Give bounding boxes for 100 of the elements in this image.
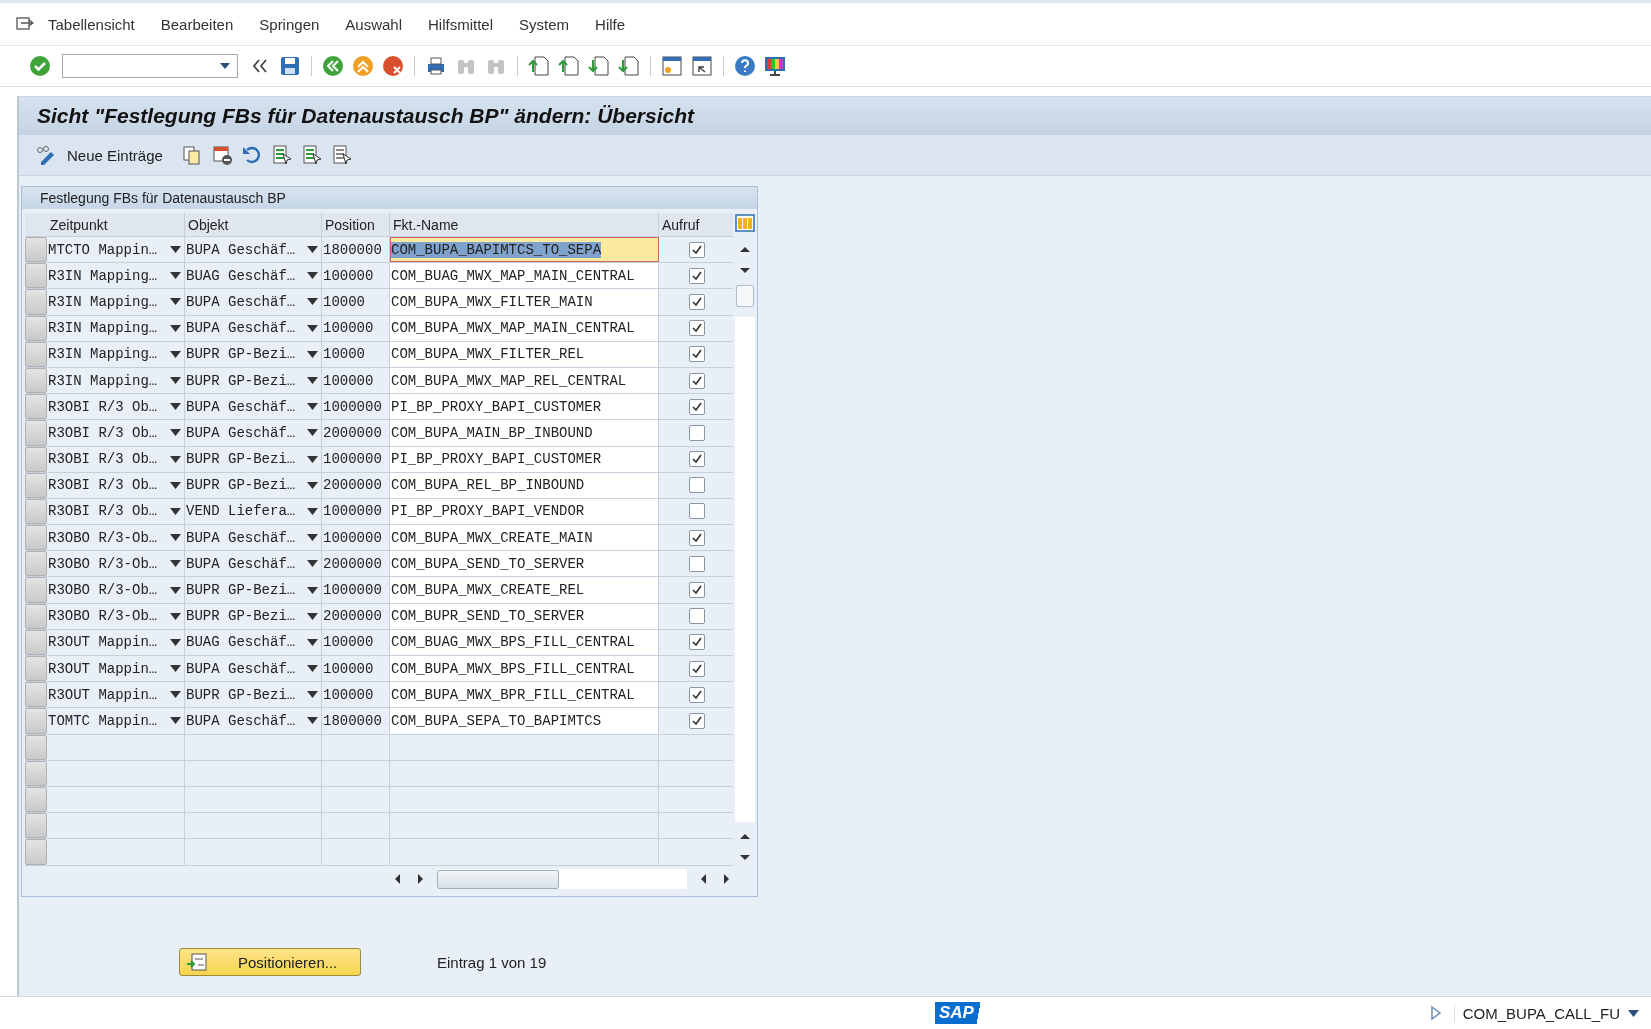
dropdown-field[interactable]: BUAG Geschäf… [185,629,322,655]
window-icon[interactable] [660,54,684,78]
caret-icon[interactable] [170,586,181,594]
delete-row-icon[interactable] [210,144,233,166]
input-field[interactable]: COM_BUPA_SEND_TO_SERVER [390,551,659,577]
new-entries-button[interactable]: Neue Einträge [31,143,167,167]
dropdown-field[interactable]: BUPA Geschäf… [185,237,322,263]
caret-icon[interactable] [307,455,318,463]
dropdown-field[interactable]: R3IN Mapping… [47,289,185,315]
input-field[interactable]: COM_BUPA_MWX_FILTER_REL [390,341,659,367]
dropdown-field[interactable]: R3OBO R/3-Ob… [47,603,185,629]
dropdown-field[interactable]: BUPA Geschäf… [185,551,322,577]
input-field[interactable]: COM_BUPA_BAPIMTCS_TO_SEPA [390,237,659,263]
checkbox[interactable] [688,555,705,572]
checkbox[interactable] [688,608,705,625]
menu-item[interactable]: Tabellensicht [48,15,135,33]
dropdown-field[interactable]: BUAG Geschäf… [185,263,322,289]
caret-icon[interactable] [307,377,318,385]
caret-icon[interactable] [170,403,181,411]
scroll-up-icon[interactable] [739,245,751,255]
undo-icon[interactable] [240,144,263,166]
dropdown-field[interactable]: BUPR GP-Bezi… [185,603,322,629]
caret-icon[interactable] [307,298,318,306]
input-field[interactable]: COM_BUPA_MWX_MAP_MAIN_CENTRAL [390,315,659,341]
checkbox[interactable] [688,660,705,677]
cancel-icon[interactable] [381,54,405,78]
caret-icon[interactable] [307,350,318,358]
input-field[interactable]: COM_BUPA_SEPA_TO_BAPIMTCS [390,708,659,734]
checkbox[interactable] [688,634,705,651]
checkbox[interactable] [688,320,705,337]
caret-icon[interactable] [170,246,181,254]
menu-item[interactable]: Hilfe [595,15,626,33]
caret-icon[interactable] [170,691,181,699]
dropdown-field[interactable]: BUPA Geschäf… [185,289,322,315]
dropdown-field[interactable]: R3OBI R/3 Ob… [47,420,185,446]
dropdown-field[interactable]: VEND Liefera… [185,498,322,525]
caret-icon[interactable] [170,272,181,280]
caret-icon[interactable] [307,665,318,673]
caret-icon[interactable] [170,481,181,489]
copy-icon[interactable] [180,144,203,166]
column-header[interactable]: Zeitpunkt [47,213,185,236]
scroll-left-icon[interactable] [393,872,403,885]
caret-icon[interactable] [307,586,318,594]
page-arrow-icon[interactable] [617,54,641,78]
menu-item[interactable]: Hilfsmittel [428,15,494,33]
dropdown-field[interactable]: BUPR GP-Bezi… [185,341,322,367]
dropdown-field[interactable]: R3OBI R/3 Ob… [47,472,185,498]
dropdown-field[interactable]: R3OUT Mappin… [47,656,185,682]
column-header[interactable]: Objekt [185,213,322,236]
pencil-icon[interactable] [35,145,57,165]
menu-item[interactable]: Auswahl [345,15,403,33]
caret-icon[interactable] [307,612,318,620]
checkbox[interactable] [688,372,705,389]
monitor-icon[interactable] [763,54,787,78]
transaction-dropdown[interactable]: COM_BUPA_CALL_FU [1453,1004,1639,1022]
select-rows-icon[interactable] [330,144,353,166]
dropdown-field[interactable]: BUPR GP-Bezi… [185,472,322,498]
save-icon[interactable] [278,54,302,78]
caret-icon[interactable] [170,612,181,620]
scrollbar-thumb[interactable] [736,285,754,307]
dropdown-field[interactable]: MTCTO Mappin… [47,237,185,263]
checkbox[interactable] [688,712,705,729]
dropdown-field[interactable]: BUPA Geschäf… [185,420,322,446]
page-arrow-icon[interactable] [557,54,581,78]
input-field[interactable]: COM_BUPA_MWX_BPR_FILL_CENTRAL [390,682,659,708]
scrollbar-thumb[interactable] [437,869,559,889]
caret-icon[interactable] [307,691,318,699]
caret-icon[interactable] [170,507,181,515]
dropdown-field[interactable]: TOMTC Mappin… [47,708,185,734]
scroll-right-icon[interactable] [721,872,731,885]
dropdown-field[interactable]: BUPR GP-Bezi… [185,446,322,472]
help-icon[interactable] [733,54,757,78]
scroll-up-icon[interactable] [739,831,751,842]
dropdown-field[interactable]: R3IN Mapping… [47,341,185,367]
play-icon[interactable] [1429,1005,1442,1021]
back-icon[interactable] [321,54,345,78]
input-field[interactable]: PI_BP_PROXY_BAPI_VENDOR [390,498,659,525]
caret-icon[interactable] [170,350,181,358]
caret-icon[interactable] [170,455,181,463]
column-header[interactable]: Position [322,213,390,236]
caret-icon[interactable] [307,534,318,542]
menu-item[interactable]: Bearbeiten [160,15,234,33]
position-button[interactable]: Positionieren... [179,948,361,976]
caret-icon[interactable] [170,429,181,437]
command-field[interactable] [62,54,238,78]
input-field[interactable]: COM_BUAG_MWX_MAP_MAIN_CENTRAL [390,263,659,289]
checkbox[interactable] [688,477,705,494]
caret-icon[interactable] [307,272,318,280]
dropdown-field[interactable]: R3IN Mapping… [47,367,185,394]
checkbox[interactable] [688,293,705,310]
input-field[interactable]: COM_BUPA_REL_BP_INBOUND [390,472,659,498]
dropdown-field[interactable]: R3OBI R/3 Ob… [47,446,185,472]
menu-icon[interactable] [16,16,34,32]
menu-item[interactable]: Springen [259,15,320,33]
caret-icon[interactable] [307,638,318,646]
scroll-right-icon[interactable] [415,872,425,885]
caret-icon[interactable] [219,62,231,70]
checkbox[interactable] [688,582,705,599]
caret-icon[interactable] [307,429,318,437]
input-field[interactable]: COM_BUPR_SEND_TO_SERVER [390,603,659,629]
